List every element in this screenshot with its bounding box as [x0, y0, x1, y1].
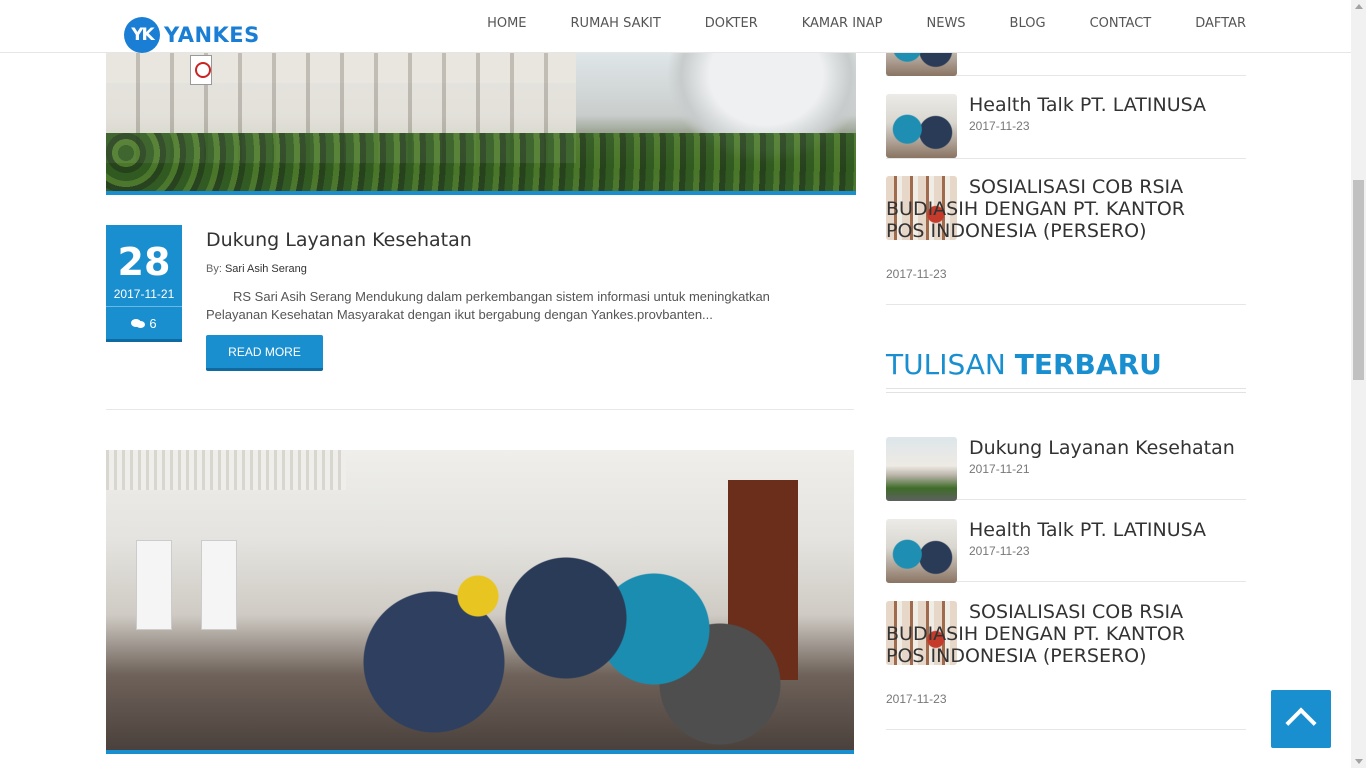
latest-post-date: 2017-11-21: [969, 462, 1030, 476]
image-detail: [106, 450, 346, 490]
latest-post-title[interactable]: SOSIALISASI COB RSIA BUDIASIH DENGAN PT.…: [886, 601, 1216, 667]
post-author[interactable]: Sari Asih Serang: [225, 263, 307, 275]
post-date-badge: 28 2017-11-21 6: [106, 225, 182, 342]
top-navbar: YK YANKES HOME RUMAH SAKIT DOKTER KAMAR …: [0, 0, 1351, 53]
latest-post-date: 2017-11-23: [969, 544, 1030, 558]
heading-bold: TERBARU: [1014, 348, 1162, 381]
latest-post-item[interactable]: SOSIALISASI COB RSIA BUDIASIH DENGAN PT.…: [886, 601, 1246, 730]
latest-post-date: 2017-11-23: [886, 692, 947, 706]
image-detail: [201, 540, 237, 630]
main-nav: HOME RUMAH SAKIT DOKTER KAMAR INAP NEWS …: [487, 0, 1246, 46]
nav-news[interactable]: NEWS: [927, 16, 966, 31]
comments-icon: [131, 319, 146, 329]
latest-post-item[interactable]: Health Talk PT. LATINUSA 2017-11-23: [886, 519, 1246, 583]
popular-post-item[interactable]: Health Talk PT. LATINUSA 2017-11-23: [886, 94, 1246, 159]
latest-post-title[interactable]: Dukung Layanan Kesehatan: [969, 437, 1246, 459]
post-title[interactable]: Dukung Layanan Kesehatan: [206, 229, 472, 251]
popular-post-title[interactable]: SOSIALISASI COB RSIA BUDIASIH DENGAN PT.…: [886, 176, 1216, 242]
post-date: 2017-11-21: [113, 287, 175, 301]
popular-post-date: 2017-11-23: [886, 267, 947, 281]
scroll-down-arrow-icon[interactable]: [1355, 759, 1363, 764]
heading-light: TULISAN: [886, 348, 1006, 381]
image-detail: [190, 55, 212, 85]
post-thumbnail: [886, 94, 957, 158]
heading-rule: [886, 392, 1246, 393]
nav-contact[interactable]: CONTACT: [1090, 16, 1152, 31]
post-thumbnail: [886, 437, 957, 501]
latest-posts-heading: TULISAN TERBARU: [886, 348, 1162, 381]
latest-post-item[interactable]: Dukung Layanan Kesehatan 2017-11-21: [886, 437, 1246, 501]
popular-post-date: 2017-11-23: [969, 119, 1030, 133]
popular-post-item[interactable]: SOSIALISASI COB RSIA BUDIASIH DENGAN PT.…: [886, 176, 1246, 305]
page-scrollbar[interactable]: [1351, 0, 1366, 768]
popular-post-title[interactable]: Health Talk PT. LATINUSA: [969, 94, 1246, 116]
post-image-health-talk[interactable]: [106, 450, 854, 754]
back-to-top-button[interactable]: [1271, 690, 1331, 748]
byline-label: By:: [206, 263, 222, 275]
heading-rule: [886, 388, 1246, 389]
date-divider: [106, 306, 182, 307]
latest-post-title[interactable]: Health Talk PT. LATINUSA: [969, 519, 1246, 541]
image-detail: [136, 540, 172, 630]
nav-home[interactable]: HOME: [487, 16, 526, 31]
post-thumbnail: [886, 519, 957, 583]
comment-count: 6: [149, 316, 157, 331]
logo-text: YANKES: [164, 23, 260, 47]
post-comments[interactable]: 6: [106, 316, 182, 331]
post-divider: [106, 409, 854, 410]
logo-badge: YK: [124, 17, 160, 53]
post-excerpt: RS Sari Asih Serang Mendukung dalam perk…: [206, 289, 770, 322]
post-day: 28: [117, 240, 171, 284]
post-byline: By: Sari Asih Serang: [206, 263, 307, 275]
chevron-up-icon: [1285, 707, 1317, 739]
scrollbar-thumb[interactable]: [1353, 180, 1364, 380]
nav-blog[interactable]: BLOG: [1010, 16, 1046, 31]
nav-rumah-sakit[interactable]: RUMAH SAKIT: [571, 16, 661, 31]
post-image-hospital[interactable]: [106, 53, 856, 195]
nav-kamar-inap[interactable]: KAMAR INAP: [802, 16, 883, 31]
nav-dokter[interactable]: DOKTER: [705, 16, 758, 31]
scroll-up-arrow-icon[interactable]: [1355, 4, 1363, 9]
site-logo[interactable]: YK YANKES: [124, 17, 260, 53]
image-detail: [346, 530, 786, 750]
nav-daftar[interactable]: DAFTAR: [1195, 16, 1246, 31]
image-detail: [106, 133, 856, 191]
read-more-button[interactable]: READ MORE: [206, 335, 323, 371]
